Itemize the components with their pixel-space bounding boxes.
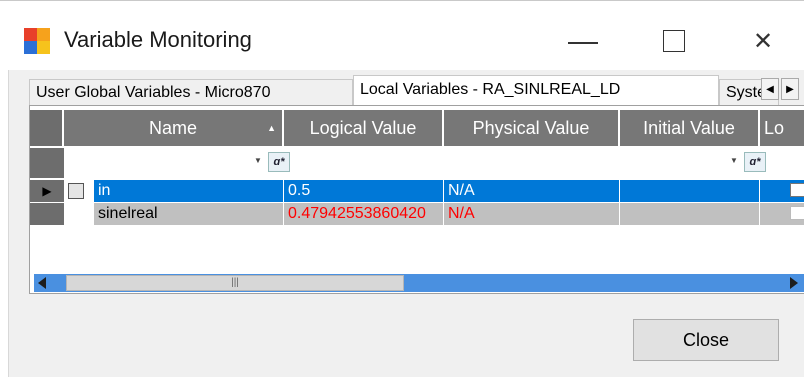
app-icon xyxy=(24,28,50,54)
grid-header-row: Name ▲ Logical Value Physical Value Init… xyxy=(30,110,804,146)
cell-lo[interactable] xyxy=(760,203,804,225)
column-header-lo[interactable]: Lo xyxy=(760,110,804,146)
close-icon: ✕ xyxy=(752,27,774,55)
minimize-icon xyxy=(568,42,598,44)
filter-icon: ɑ* xyxy=(749,156,761,168)
tab-scroll-left-button[interactable]: ◀ xyxy=(761,78,779,100)
scroll-right-arrow-icon[interactable] xyxy=(790,277,798,289)
window-title: Variable Monitoring xyxy=(64,27,252,52)
cell-lo[interactable] xyxy=(760,180,804,202)
chevron-left-icon: ◀ xyxy=(766,83,774,95)
minimize-button[interactable] xyxy=(560,19,606,63)
current-row-indicator: ▶ xyxy=(30,180,64,202)
grip-icon: ||| xyxy=(231,277,239,288)
tab-local-variables[interactable]: Local Variables - RA_SINLREAL_LD xyxy=(353,75,719,105)
cell-initial-value[interactable] xyxy=(620,203,760,225)
cell-physical-value[interactable]: N/A xyxy=(444,203,620,225)
tab-user-global-variables[interactable]: User Global Variables - Micro870 xyxy=(29,79,353,105)
close-window-button[interactable]: ✕ xyxy=(740,19,786,63)
tab-scroll-right-button[interactable]: ▶ xyxy=(781,78,799,100)
dialog-body: User Global Variables - Micro870 Local V… xyxy=(8,70,804,377)
close-button[interactable]: Close xyxy=(633,319,779,361)
row-pointer-icon: ▶ xyxy=(42,184,52,198)
lo-checkbox[interactable] xyxy=(790,206,804,220)
variables-grid-panel: Name ▲ Logical Value Physical Value Init… xyxy=(29,105,804,294)
scroll-left-arrow-icon[interactable] xyxy=(38,277,46,289)
grid-filter-row: ▼ ɑ* ▼ ɑ* xyxy=(30,148,804,178)
initial-filter-dropdown-icon[interactable]: ▼ xyxy=(730,156,738,165)
sort-ascending-icon: ▲ xyxy=(267,123,276,133)
scrollbar-thumb[interactable]: ||| xyxy=(66,275,404,291)
row-checkbox-cell xyxy=(64,180,94,202)
maximize-icon xyxy=(663,30,685,52)
tab-strip: User Global Variables - Micro870 Local V… xyxy=(29,75,804,105)
name-filter-dropdown-icon[interactable]: ▼ xyxy=(254,156,262,165)
name-filter-button[interactable]: ɑ* xyxy=(268,152,290,172)
chevron-right-icon: ▶ xyxy=(786,83,794,95)
cell-initial-value[interactable] xyxy=(620,180,760,202)
cell-name[interactable]: sinelreal xyxy=(94,203,284,225)
column-header-physical-value[interactable]: Physical Value xyxy=(444,110,620,146)
row-header xyxy=(30,203,64,225)
initial-filter-button[interactable]: ɑ* xyxy=(744,152,766,172)
filter-row-header xyxy=(30,148,64,178)
cell-logical-value[interactable]: 0.47942553860420 xyxy=(284,203,444,225)
row-header-corner xyxy=(30,110,64,146)
table-row[interactable]: ▶ in 0.5 N/A xyxy=(30,180,804,202)
column-header-initial-value[interactable]: Initial Value xyxy=(620,110,760,146)
table-row[interactable]: sinelreal 0.47942553860420 N/A xyxy=(30,203,804,225)
cell-physical-value[interactable]: N/A xyxy=(444,180,620,202)
column-header-name[interactable]: Name ▲ xyxy=(64,110,284,146)
maximize-button[interactable] xyxy=(651,19,697,63)
row-checkbox[interactable] xyxy=(68,183,84,199)
row-checkbox-cell xyxy=(64,203,94,225)
cell-logical-value[interactable]: 0.5 xyxy=(284,180,444,202)
filter-icon: ɑ* xyxy=(273,156,285,168)
column-header-name-label: Name xyxy=(148,118,197,138)
cell-name[interactable]: in xyxy=(94,180,284,202)
horizontal-scrollbar[interactable]: ||| xyxy=(34,274,804,292)
title-bar: Variable Monitoring ✕ xyxy=(0,0,804,80)
lo-checkbox[interactable] xyxy=(790,183,804,197)
column-header-logical-value[interactable]: Logical Value xyxy=(284,110,444,146)
